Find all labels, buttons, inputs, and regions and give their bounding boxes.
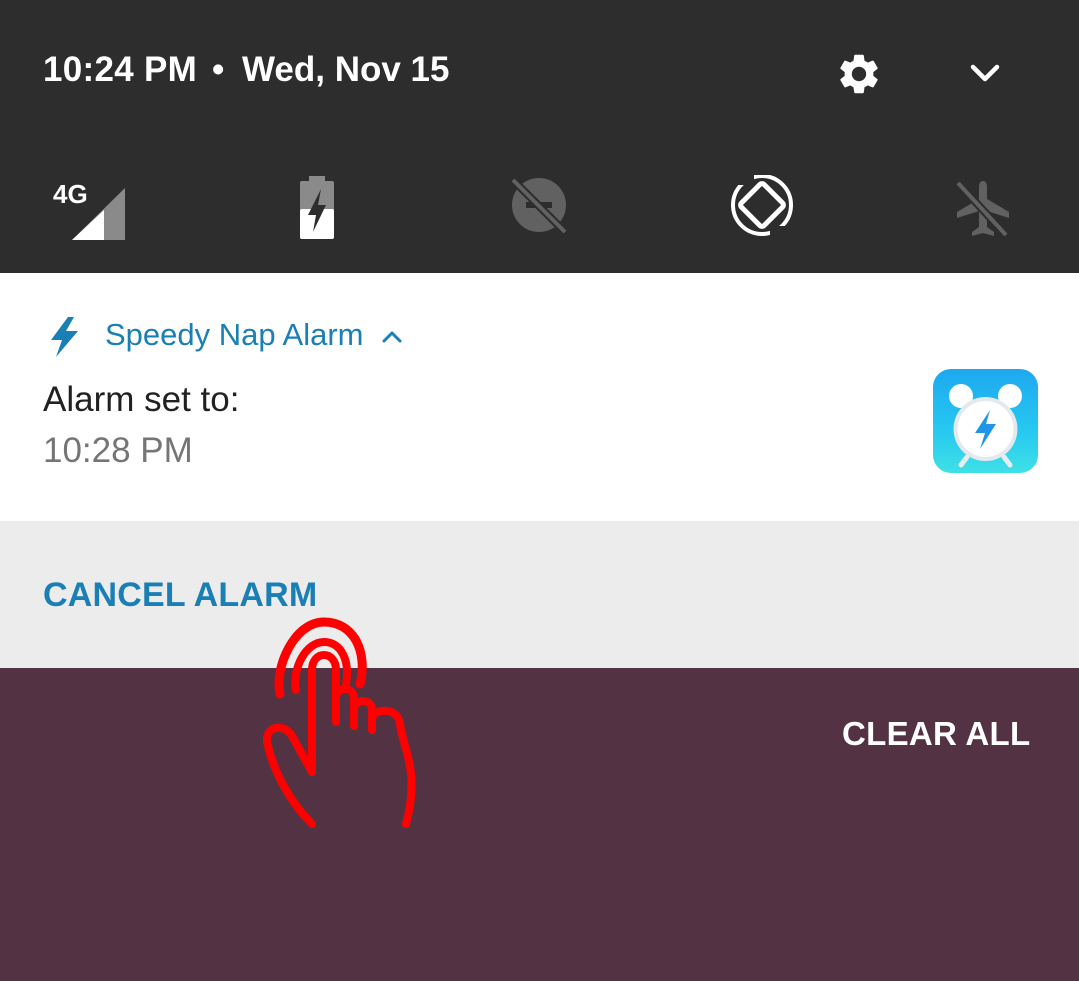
- notification-text: 10:28 PM: [43, 431, 193, 470]
- notification-title: Alarm set to:: [43, 380, 240, 419]
- notification-card[interactable]: Speedy Nap Alarm Alarm set to: 10:28 PM: [0, 273, 1079, 521]
- lightning-bolt-icon: [48, 317, 82, 357]
- separator-dot: •: [212, 50, 225, 89]
- clock-time: 10:24 PM: [43, 50, 198, 89]
- auto-rotate-icon[interactable]: [722, 175, 802, 245]
- quick-settings-panel: 10:24 PM • Wed, Nov 15 4G: [0, 0, 1079, 273]
- airplane-off-icon[interactable]: [943, 175, 1023, 245]
- collapse-chevron-up-icon[interactable]: [380, 325, 404, 349]
- notification-actions: CANCEL ALARM: [0, 521, 1079, 668]
- clear-all-button[interactable]: CLEAR ALL: [842, 715, 1030, 753]
- cancel-alarm-button[interactable]: CANCEL ALARM: [43, 576, 317, 615]
- qs-tile-mobile-data[interactable]: 4G: [52, 175, 132, 245]
- dnd-off-icon[interactable]: [499, 175, 579, 245]
- quick-settings-row: 4G: [0, 165, 1079, 245]
- signal-4g-icon: 4G: [53, 179, 88, 209]
- date-label: Wed, Nov 15: [242, 50, 450, 89]
- alarm-clock-app-icon: [933, 369, 1038, 473]
- settings-gear-icon[interactable]: [835, 50, 883, 98]
- expand-chevron-down-icon[interactable]: [965, 58, 1005, 92]
- battery-charging-icon[interactable]: [278, 175, 358, 245]
- notification-app-name: Speedy Nap Alarm: [105, 317, 364, 352]
- status-header: 10:24 PM • Wed, Nov 15: [0, 0, 1079, 140]
